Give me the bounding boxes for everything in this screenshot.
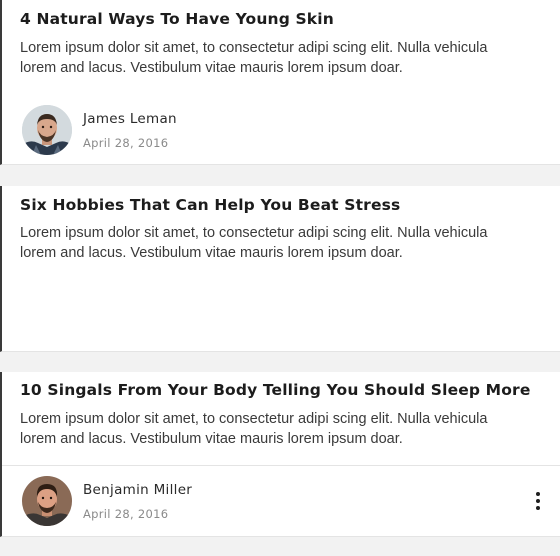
excerpt-line: Lorem ipsum dolor sit amet, to consectet… bbox=[20, 40, 488, 56]
author-name[interactable]: Benjamin Miller bbox=[83, 482, 192, 498]
post-date: April 28, 2016 bbox=[83, 507, 169, 521]
more-options-button[interactable] bbox=[532, 492, 544, 510]
post-excerpt: Lorem ipsum dolor sit amet, to consectet… bbox=[20, 409, 550, 449]
more-vertical-icon bbox=[536, 506, 540, 510]
post-title[interactable]: 4 Natural Ways To Have Young Skin bbox=[20, 10, 334, 28]
excerpt-line: Lorem ipsum dolor sit amet, to consectet… bbox=[20, 225, 488, 241]
card-divider bbox=[2, 465, 560, 466]
avatar[interactable] bbox=[22, 476, 72, 526]
post-excerpt: Lorem ipsum dolor sit amet, to consectet… bbox=[20, 223, 550, 263]
more-vertical-icon bbox=[536, 492, 540, 496]
excerpt-line: lorem and lacus. Vestibulum vitae mauris… bbox=[20, 245, 403, 261]
author-name[interactable]: James Leman bbox=[83, 111, 177, 127]
post-card[interactable]: 10 Singals From Your Body Telling You Sh… bbox=[0, 372, 560, 537]
avatar[interactable] bbox=[22, 105, 72, 155]
post-card[interactable]: 4 Natural Ways To Have Young Skin Lorem … bbox=[0, 0, 560, 165]
avatar-photo-icon bbox=[22, 105, 72, 155]
author-info: Benjamin Miller April 28, 2016 bbox=[22, 476, 422, 526]
post-title[interactable]: Six Hobbies That Can Help You Beat Stres… bbox=[20, 196, 400, 214]
post-date: April 28, 2016 bbox=[83, 136, 169, 150]
author-info: James Leman April 28, 2016 bbox=[22, 105, 422, 155]
avatar-photo-icon bbox=[22, 476, 72, 526]
post-excerpt: Lorem ipsum dolor sit amet, to consectet… bbox=[20, 38, 550, 78]
excerpt-line: lorem and lacus. Vestibulum vitae mauris… bbox=[20, 60, 403, 76]
more-vertical-icon bbox=[536, 499, 540, 503]
excerpt-line: Lorem ipsum dolor sit amet, to consectet… bbox=[20, 411, 488, 427]
post-title[interactable]: 10 Singals From Your Body Telling You Sh… bbox=[20, 381, 531, 399]
excerpt-line: lorem and lacus. Vestibulum vitae mauris… bbox=[20, 431, 403, 447]
post-card[interactable]: Six Hobbies That Can Help You Beat Stres… bbox=[0, 186, 560, 352]
